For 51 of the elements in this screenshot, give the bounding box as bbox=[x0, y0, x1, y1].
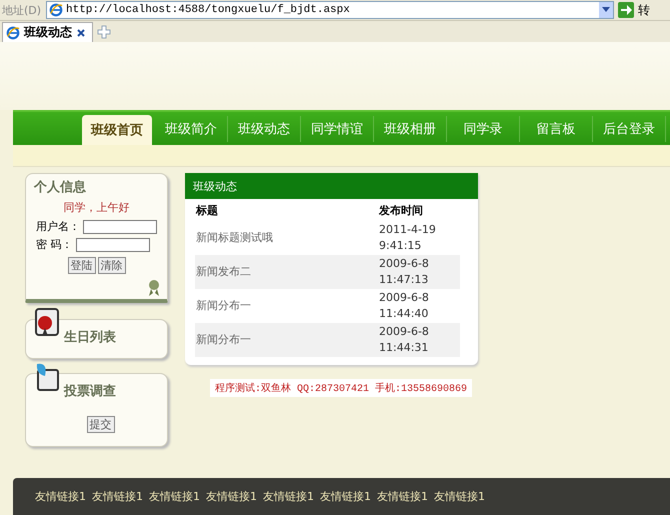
nav-tab[interactable]: 班级首页 bbox=[82, 115, 152, 145]
news-title-link[interactable]: 新闻标题测试哦 bbox=[195, 221, 378, 255]
footer-link[interactable]: 友情链接1 bbox=[206, 489, 257, 504]
card-title: 投票调查 bbox=[64, 383, 116, 400]
footer-link[interactable]: 友情链接1 bbox=[377, 489, 428, 504]
panel-header: 班级动态 bbox=[185, 173, 478, 199]
seal-icon bbox=[34, 308, 60, 338]
input-field[interactable] bbox=[83, 220, 157, 234]
date-cell: 2011-4-19 9:41:15 bbox=[378, 221, 460, 255]
new-tab-icon[interactable] bbox=[97, 25, 111, 39]
form-button[interactable]: 清除 bbox=[98, 257, 126, 274]
close-icon[interactable] bbox=[76, 28, 86, 38]
footer-link[interactable]: 友情链接1 bbox=[35, 489, 86, 504]
page-icon bbox=[6, 26, 20, 40]
ribbon-icon bbox=[147, 279, 161, 297]
card-title: 生日列表 bbox=[64, 329, 116, 346]
footer-link[interactable]: 友情链接1 bbox=[434, 489, 485, 504]
browser-tab[interactable]: 班级动态 bbox=[2, 22, 93, 42]
form-button[interactable]: 登陆 bbox=[68, 257, 96, 274]
nav-tab[interactable]: 班级简介 bbox=[155, 116, 228, 142]
nav-tab[interactable]: 留言板 bbox=[520, 116, 593, 142]
address-field[interactable]: http://localhost:4588/tongxuelu/f_bjdt.aspx bbox=[46, 1, 614, 19]
date-cell: 2009-6-8 11:47:13 bbox=[378, 255, 460, 289]
nav-tab[interactable]: 班级相册 bbox=[374, 116, 447, 142]
field-label: 密 码： bbox=[36, 237, 72, 252]
go-icon[interactable] bbox=[618, 2, 634, 18]
nav-tab[interactable]: 后台登录 bbox=[593, 116, 666, 142]
field-label: 用户名： bbox=[36, 219, 80, 234]
input-field[interactable] bbox=[76, 238, 150, 252]
nav-tab[interactable]: 同学录 bbox=[447, 116, 520, 142]
date-cell: 2009-6-8 11:44:40 bbox=[378, 289, 460, 323]
dropdown-icon[interactable] bbox=[599, 2, 613, 18]
greeting-text: 同学，上午好 bbox=[62, 200, 130, 215]
footer-link[interactable]: 友情链接1 bbox=[263, 489, 314, 504]
column-header: 发布时间 bbox=[378, 202, 424, 218]
news-title-link[interactable]: 新闻分布一 bbox=[195, 323, 378, 357]
card-title: 个人信息 bbox=[34, 179, 87, 196]
footer-link[interactable]: 友情链接1 bbox=[92, 489, 143, 504]
page-icon bbox=[49, 3, 63, 17]
submit-button[interactable]: 提交 bbox=[86, 416, 114, 433]
nav-tab[interactable]: 班级动态 bbox=[228, 116, 301, 142]
nav-tab[interactable]: 同学情谊 bbox=[301, 116, 374, 142]
date-cell: 2009-6-8 11:44:31 bbox=[378, 323, 460, 357]
footer-link[interactable]: 友情链接1 bbox=[320, 489, 371, 504]
footer-link[interactable]: 友情链接1 bbox=[149, 489, 200, 504]
credit-text: 程序测试:双鱼林 QQ:287307421 手机:13558690869 bbox=[210, 379, 472, 397]
news-title-link[interactable]: 新闻分布一 bbox=[195, 289, 378, 323]
column-header: 标题 bbox=[195, 202, 219, 218]
go-button[interactable]: 转 bbox=[638, 2, 670, 18]
address-label: 地址(D) bbox=[2, 2, 42, 18]
news-title-link[interactable]: 新闻发布二 bbox=[195, 255, 378, 289]
